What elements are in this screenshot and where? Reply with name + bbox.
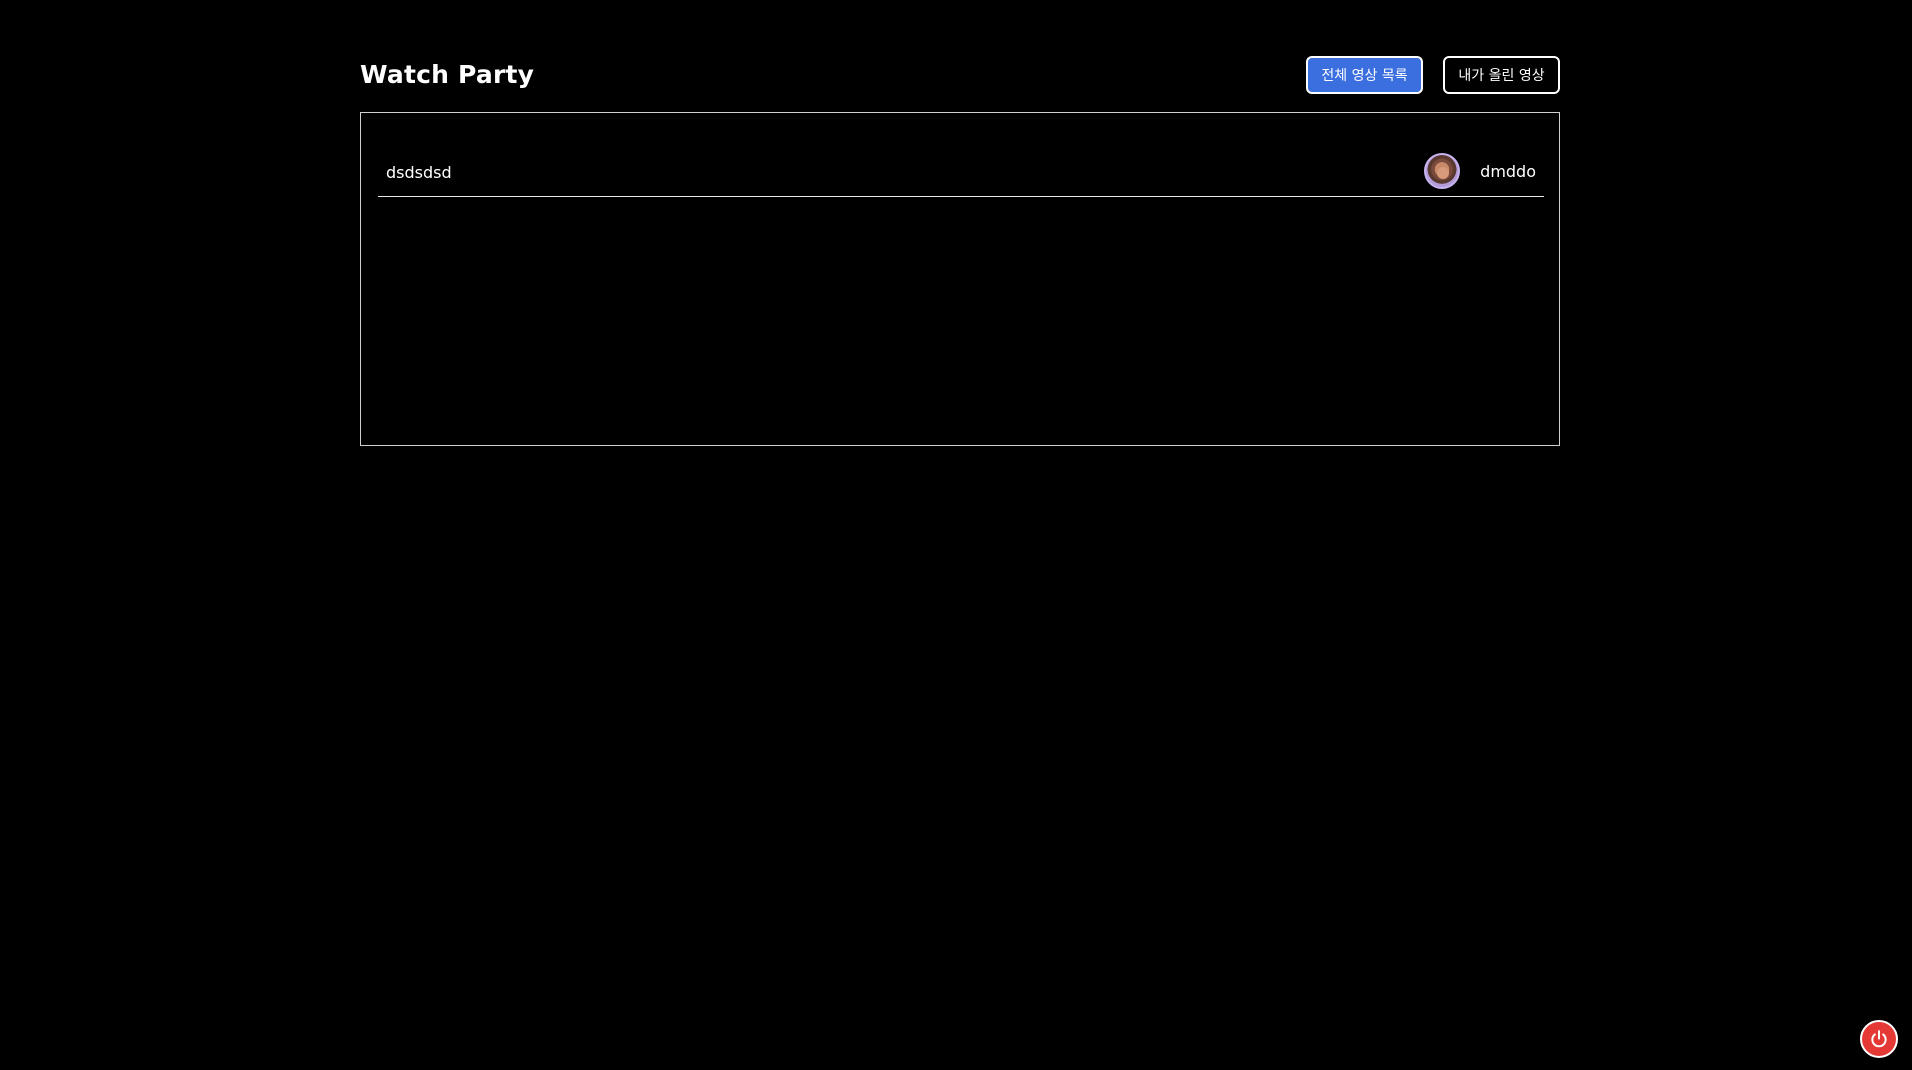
uploader-info: dmddo (1424, 151, 1536, 191)
video-title[interactable]: dsdsdsd (386, 163, 452, 182)
header: Watch Party 전체 영상 목록 내가 올린 영상 (360, 56, 1560, 94)
my-videos-button[interactable]: 내가 올린 영상 (1443, 56, 1560, 94)
all-videos-button[interactable]: 전체 영상 목록 (1306, 56, 1423, 94)
logout-button[interactable] (1860, 1020, 1898, 1058)
avatar (1424, 153, 1461, 189)
page: Watch Party 전체 영상 목록 내가 올린 영상 dsdsdsd dm… (0, 0, 1912, 1070)
uploader-name: dmddo (1480, 161, 1536, 181)
video-list-item[interactable]: dsdsdsd dmddo (378, 151, 1544, 197)
power-icon (1871, 1030, 1887, 1048)
page-title: Watch Party (360, 60, 535, 89)
video-list-panel: dsdsdsd dmddo (360, 112, 1560, 446)
